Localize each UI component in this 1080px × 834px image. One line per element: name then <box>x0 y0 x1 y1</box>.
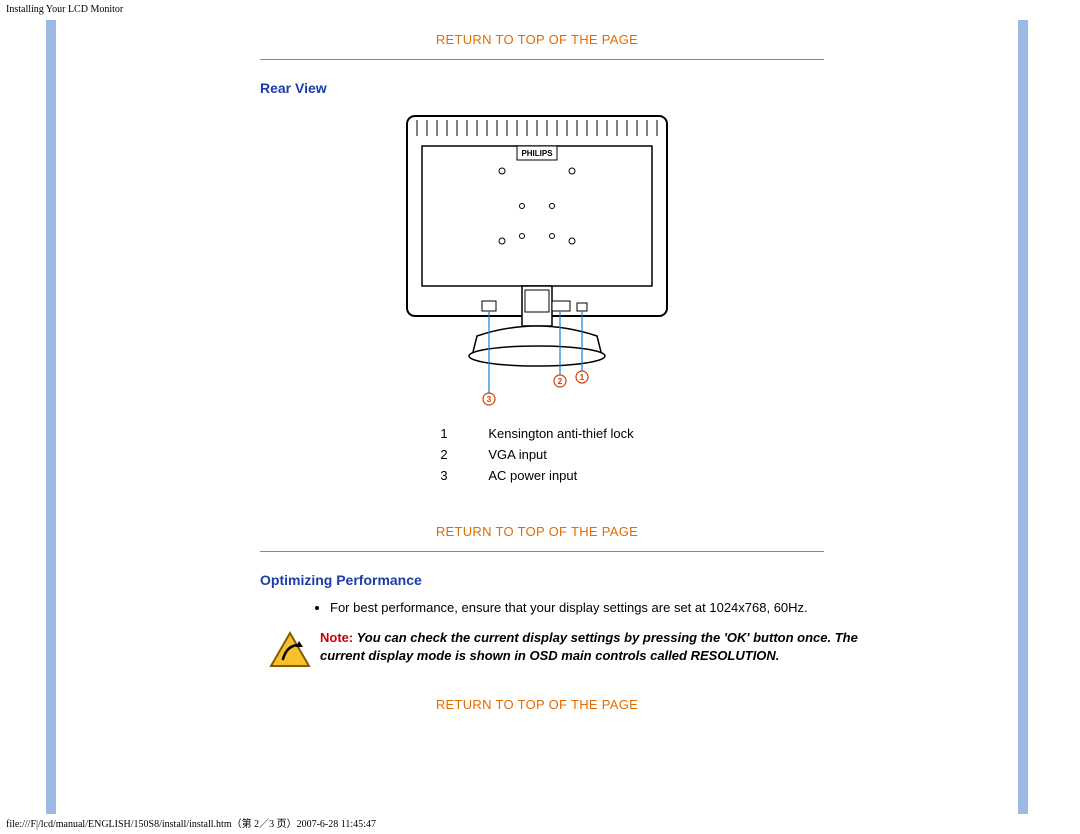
list-item: For best performance, ensure that your d… <box>330 600 1004 615</box>
note-body: You can check the current display settin… <box>320 630 858 663</box>
legend-num: 1 <box>430 423 478 444</box>
sidebar-right <box>1018 20 1028 814</box>
svg-text:1: 1 <box>580 373 585 382</box>
note-label: Note: <box>320 630 353 645</box>
sidebar-left <box>46 20 56 814</box>
warning-icon <box>260 629 320 669</box>
rear-view-diagram: PHILIPS <box>70 106 1004 409</box>
note-text: Note: You can check the current display … <box>320 629 904 664</box>
rear-view-legend: 1 Kensington anti-thief lock 2 VGA input… <box>430 423 643 486</box>
divider <box>260 59 824 60</box>
legend-label: AC power input <box>478 465 643 486</box>
table-row: 3 AC power input <box>430 465 643 486</box>
optimizing-title: Optimizing Performance <box>260 572 1004 588</box>
content-area: RETURN TO TOP OF THE PAGE Rear View <box>60 20 1014 814</box>
legend-num: 3 <box>430 465 478 486</box>
page-header: Installing Your LCD Monitor <box>6 4 123 15</box>
legend-label: VGA input <box>478 444 643 465</box>
legend-label: Kensington anti-thief lock <box>478 423 643 444</box>
table-row: 1 Kensington anti-thief lock <box>430 423 643 444</box>
svg-text:3: 3 <box>487 395 492 404</box>
note-row: Note: You can check the current display … <box>260 629 904 669</box>
return-top-link-2[interactable]: RETURN TO TOP OF THE PAGE <box>70 524 1004 539</box>
perf-list: For best performance, ensure that your d… <box>290 600 1004 615</box>
table-row: 2 VGA input <box>430 444 643 465</box>
svg-text:2: 2 <box>558 377 563 386</box>
return-top-link-3[interactable]: RETURN TO TOP OF THE PAGE <box>70 697 1004 712</box>
rear-view-title: Rear View <box>260 80 1004 96</box>
divider <box>260 551 824 552</box>
svg-text:PHILIPS: PHILIPS <box>521 149 553 158</box>
legend-num: 2 <box>430 444 478 465</box>
page-footer: file:///F|/lcd/manual/ENGLISH/150S8/inst… <box>6 815 376 830</box>
return-top-link-1[interactable]: RETURN TO TOP OF THE PAGE <box>70 32 1004 47</box>
page: Installing Your LCD Monitor file:///F|/l… <box>0 0 1080 834</box>
